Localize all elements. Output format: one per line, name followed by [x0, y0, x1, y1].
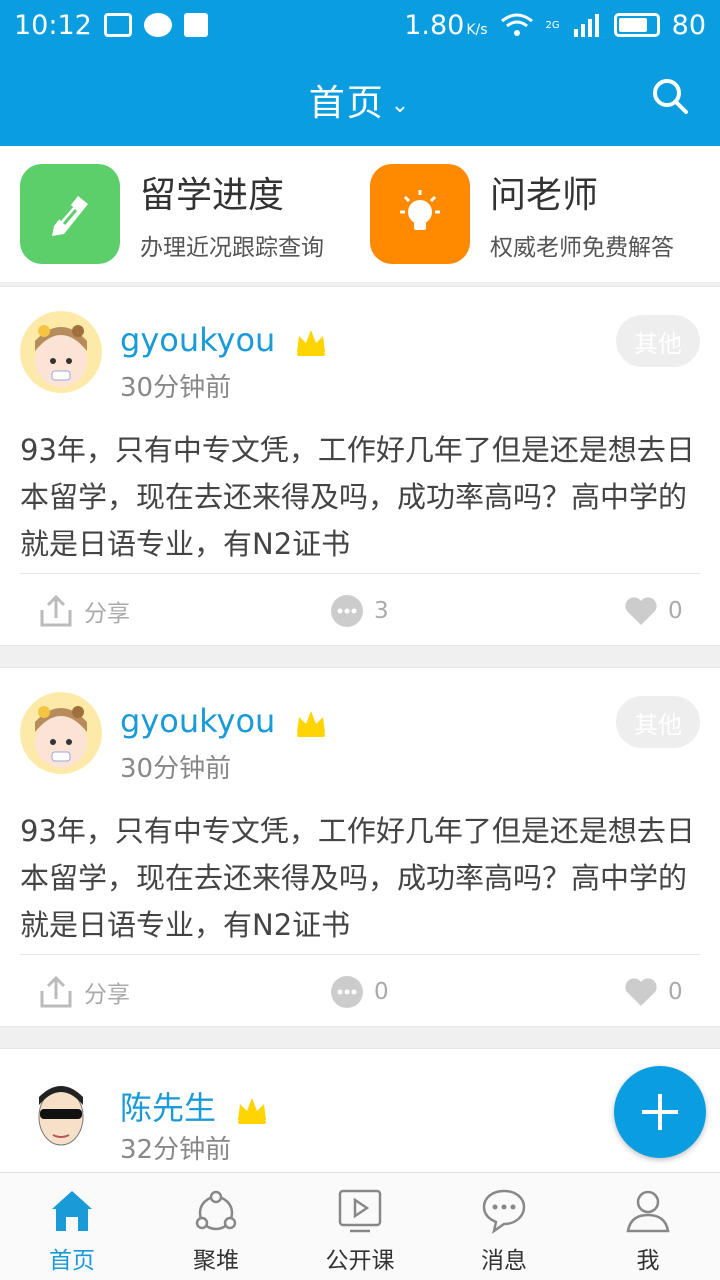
post-time: 30分钟前 — [120, 754, 232, 784]
study-progress-subtitle: 办理近况跟踪查询 — [140, 235, 324, 261]
post-actions: 分享 0 0 — [0, 955, 720, 1029]
tab-profile[interactable]: 我 — [576, 1173, 720, 1280]
page-title-dropdown[interactable]: 首页 ⌄ — [0, 74, 720, 126]
bottom-tab-bar: 首页 聚堆 公开课 消息 我 — [0, 1172, 720, 1280]
like-button[interactable]: 0 — [624, 574, 683, 648]
post-card[interactable]: gyoukyou 30分钟前 其他 93年，只有中专文凭，工作好几年了但是还是想… — [0, 286, 720, 646]
category-tag[interactable]: 其他 — [616, 315, 700, 367]
post-card[interactable]: 陈先生 32分钟前 — [0, 1048, 720, 1172]
post-username[interactable]: gyoukyou — [120, 702, 329, 740]
network-speed: 1.80 K/s — [404, 9, 488, 41]
wifi-icon — [500, 13, 533, 36]
ask-teacher-button[interactable]: 问老师 权威老师免费解答 — [350, 146, 700, 282]
like-count: 0 — [668, 598, 683, 624]
comment-count: 3 — [374, 598, 389, 624]
share-icon — [40, 975, 72, 1008]
post-content[interactable]: 93年，只有中专文凭，工作好几年了但是还是想去日本留学，现在去还来得及吗，成功率… — [20, 808, 696, 949]
study-progress-button[interactable]: 留学进度 办理近况跟踪查询 — [0, 146, 350, 282]
like-button[interactable]: 0 — [624, 955, 683, 1029]
avatar[interactable] — [20, 1073, 102, 1155]
battery-icon — [613, 13, 660, 37]
share-label: 分享 — [84, 601, 130, 627]
shopping-notification-icon — [183, 13, 208, 37]
post-content[interactable]: 93年，只有中专文凭，工作好几年了但是还是想去日本留学，现在去还来得及吗，成功率… — [20, 427, 696, 568]
comment-button[interactable]: 0 — [330, 955, 389, 1029]
chevron-down-icon: ⌄ — [390, 92, 412, 118]
heart-icon — [625, 978, 657, 1006]
lightbulb-icon — [370, 164, 470, 264]
pencil-icon — [20, 164, 120, 264]
crown-icon — [297, 711, 326, 737]
heart-icon — [625, 597, 657, 625]
comment-icon — [331, 976, 363, 1008]
post-username[interactable]: 陈先生 — [120, 1083, 270, 1129]
status-time: 10:12 — [14, 9, 92, 41]
tab-home[interactable]: 首页 — [0, 1173, 144, 1280]
tab-community[interactable]: 聚堆 — [144, 1173, 288, 1280]
category-tag[interactable]: 其他 — [616, 696, 700, 748]
post-actions: 分享 3 0 — [0, 574, 720, 648]
status-bar: 10:12 1.80 K/s 2G 80 — [0, 0, 720, 50]
like-count: 0 — [668, 979, 683, 1005]
battery-level: 80 — [671, 9, 706, 41]
share-icon — [40, 594, 72, 627]
study-progress-title: 留学进度 — [140, 175, 285, 216]
tab-messages[interactable]: 消息 — [432, 1173, 576, 1280]
crown-icon — [238, 1098, 267, 1124]
app-header: 首页 ⌄ — [0, 50, 720, 146]
home-icon — [52, 1191, 92, 1231]
post-card[interactable]: gyoukyou 30分钟前 其他 93年，只有中专文凭，工作好几年了但是还是想… — [0, 667, 720, 1027]
post-time: 32分钟前 — [120, 1135, 232, 1165]
profile-icon — [626, 1190, 670, 1233]
image-notification-icon — [103, 13, 132, 37]
crown-icon — [297, 330, 326, 356]
community-icon — [195, 1190, 237, 1231]
ask-teacher-title: 问老师 — [490, 175, 599, 216]
message-icon — [482, 1189, 526, 1234]
comment-icon — [331, 595, 363, 627]
avatar[interactable] — [20, 311, 102, 393]
post-time: 30分钟前 — [120, 373, 232, 403]
comment-button[interactable]: 3 — [330, 574, 389, 648]
wechat-notification-icon — [143, 13, 172, 37]
network-type: 2G — [545, 19, 560, 31]
share-button[interactable]: 分享 — [38, 955, 130, 1029]
post-username[interactable]: gyoukyou — [120, 321, 329, 359]
comment-count: 0 — [374, 979, 389, 1005]
add-post-button[interactable] — [614, 1066, 706, 1158]
plus-icon — [642, 1094, 678, 1130]
tab-open-class[interactable]: 公开课 — [288, 1173, 432, 1280]
share-label: 分享 — [84, 982, 130, 1008]
avatar[interactable] — [20, 692, 102, 774]
quick-actions: 留学进度 办理近况跟踪查询 问老师 权威老师免费解答 — [0, 146, 720, 282]
ask-teacher-subtitle: 权威老师免费解答 — [490, 235, 674, 261]
video-icon — [338, 1189, 382, 1233]
signal-icon — [573, 14, 599, 37]
share-button[interactable]: 分享 — [38, 574, 130, 648]
search-icon[interactable] — [650, 76, 690, 116]
